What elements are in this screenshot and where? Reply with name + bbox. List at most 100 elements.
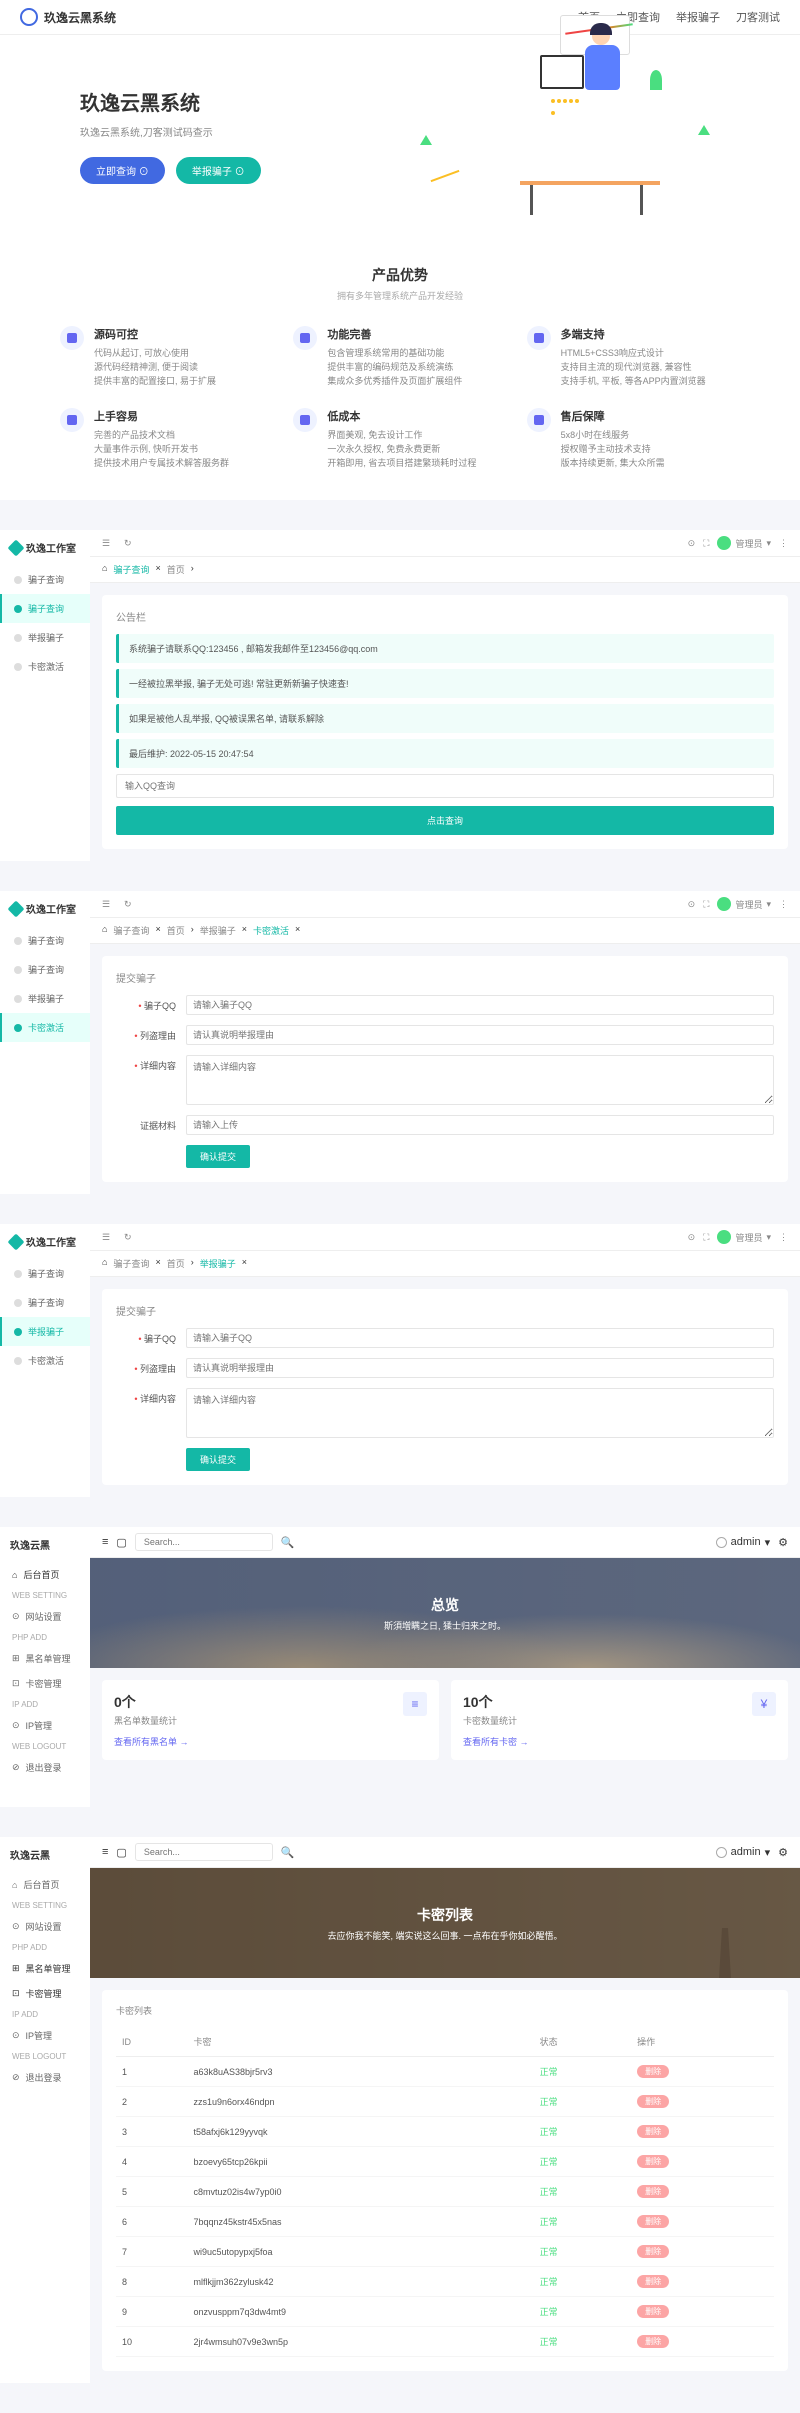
overview-title: 总览: [431, 1595, 459, 1615]
stat-link[interactable]: 查看所有卡密 →: [463, 1737, 529, 1747]
qq-input[interactable]: [116, 774, 774, 798]
qq-input[interactable]: [186, 995, 774, 1015]
hero-query-button[interactable]: 立即查询 ⊙: [80, 157, 165, 184]
search-input[interactable]: [135, 1533, 273, 1551]
gear-icon[interactable]: ⚙: [778, 1536, 788, 1549]
table-row: 8mlflkjjm362zylusk42正常删除: [116, 2267, 774, 2297]
notification-icon[interactable]: ⊙: [688, 538, 696, 549]
advantage-icon: [293, 326, 317, 350]
delete-button[interactable]: 删除: [637, 2245, 669, 2258]
admin-nav-item[interactable]: ⌂后台首页: [0, 1872, 90, 1897]
sidebar-item-report[interactable]: 举报骗子: [0, 623, 90, 652]
fullscreen-icon[interactable]: ⛶: [703, 538, 709, 549]
menu-icon[interactable]: [102, 538, 114, 549]
reason-input[interactable]: [186, 1025, 774, 1045]
sidebar-item[interactable]: 骗子查询: [0, 1288, 90, 1317]
advantage-item: 上手容易完善的产品技术文档大量事件示例, 快听开发书提供技术用户专属技术解答服务…: [60, 408, 273, 470]
delete-button[interactable]: 删除: [637, 2125, 669, 2138]
delete-button[interactable]: 删除: [637, 2335, 669, 2348]
admin-nav-item[interactable]: ⊘退出登录: [0, 2065, 90, 2090]
detail-textarea[interactable]: [186, 1055, 774, 1105]
menu-icon[interactable]: [102, 899, 114, 910]
nav-icon: ⊙: [12, 2030, 20, 2041]
nav-report[interactable]: 举报骗子: [676, 9, 720, 25]
refresh-icon[interactable]: [124, 538, 132, 549]
advantage-icon: [60, 326, 84, 350]
table-row: 4bzoevy65tcp26kpii正常删除: [116, 2147, 774, 2177]
search-icon[interactable]: 🔍: [281, 1536, 295, 1549]
admin-nav-item[interactable]: ⊙网站设置: [0, 1604, 90, 1629]
submit-button[interactable]: 确认提交: [186, 1145, 250, 1168]
admin-nav-item[interactable]: ⌂后台首页: [0, 1562, 90, 1587]
sidebar-item-report[interactable]: 举报骗子: [0, 1317, 90, 1346]
user-menu[interactable]: 管理员 ▾: [717, 536, 771, 550]
hero-title: 玖逸云黑系统: [80, 87, 400, 116]
delete-button[interactable]: 删除: [637, 2305, 669, 2318]
table-row: 3t58afxj6k129yyvqk正常删除: [116, 2117, 774, 2147]
label-qq: 骗子QQ: [116, 995, 186, 1012]
admin-nav-item[interactable]: ⊙IP管理: [0, 1713, 90, 1738]
overview-hero: 总览 斯須増瞒之日, 猱士归来之时。: [90, 1558, 800, 1668]
nav-icon: ⊘: [12, 2072, 20, 2083]
settings-icon[interactable]: ⋮: [779, 538, 788, 549]
menu-icon[interactable]: ≡: [102, 1536, 108, 1548]
admin-nav-item[interactable]: ⊡卡密管理: [0, 1981, 90, 2006]
detail-textarea[interactable]: [186, 1388, 774, 1438]
delete-button[interactable]: 删除: [637, 2155, 669, 2168]
admin-nav-item[interactable]: ⊙IP管理: [0, 2023, 90, 2048]
nav-icon: ⊘: [12, 1762, 20, 1773]
kami-hero: 卡密列表 去应你我不能笑, 端实说这么回事. 一点布在乎你如必醒悟。: [90, 1868, 800, 1978]
delete-button[interactable]: 删除: [637, 2065, 669, 2078]
user-menu[interactable]: 管理员 ▾: [717, 897, 771, 911]
toolbar: ⊙ ⛶ 管理员 ▾ ⋮: [90, 530, 800, 557]
home-icon[interactable]: [102, 924, 107, 937]
user-menu[interactable]: admin ▾: [716, 1846, 771, 1859]
sidebar-item[interactable]: 骗子查询: [0, 1259, 90, 1288]
qq-input[interactable]: [186, 1328, 774, 1348]
user-menu[interactable]: 管理员 ▾: [717, 1230, 771, 1244]
home-icon[interactable]: [102, 563, 107, 576]
sidebar-item[interactable]: 骗子查询: [0, 955, 90, 984]
sidebar-item[interactable]: 举报骗子: [0, 984, 90, 1013]
admin-sidebar: 玖逸云黑 ⌂后台首页WEB SETTING⊙网站设置PHP ADD⊞黑名单管理⊡…: [0, 1527, 90, 1807]
admin-nav-item[interactable]: ⊡卡密管理: [0, 1671, 90, 1696]
admin-nav-item[interactable]: ⊞黑名单管理: [0, 1646, 90, 1671]
nav-icon: ⊞: [12, 1653, 20, 1664]
table-row: 9onzvusppm7q3dw4mt9正常删除: [116, 2297, 774, 2327]
refresh-icon[interactable]: [124, 899, 132, 910]
file-input[interactable]: [186, 1115, 774, 1135]
search-input[interactable]: [135, 1843, 273, 1861]
label-detail: 详细内容: [116, 1055, 186, 1072]
query-button[interactable]: 点击查询: [116, 806, 774, 835]
delete-button[interactable]: 删除: [637, 2185, 669, 2198]
breadcrumb: 骗子查询 × 首页 ›: [90, 557, 800, 583]
delete-button[interactable]: 删除: [637, 2095, 669, 2108]
sidebar-item-activate[interactable]: 卡密激活: [0, 1013, 90, 1042]
sidebar-item[interactable]: 骗子查询: [0, 926, 90, 955]
advantage-item: 低成本界面美观, 免去设计工作一次永久授权, 免费永费更新开箱即用, 省去项目搭…: [293, 408, 506, 470]
admin-nav-item[interactable]: ⊙网站设置: [0, 1914, 90, 1939]
sidebar-item[interactable]: 卡密激活: [0, 1346, 90, 1375]
delete-button[interactable]: 删除: [637, 2215, 669, 2228]
admin-nav-item[interactable]: ⊘退出登录: [0, 1755, 90, 1780]
tab-query[interactable]: 骗子查询: [113, 563, 149, 576]
sidebar-item-activate[interactable]: 卡密激活: [0, 652, 90, 681]
hero-sub: 玖逸云黑系统,刀客测试码查示: [80, 124, 400, 139]
admin-nav-item[interactable]: ⊞黑名单管理: [0, 1956, 90, 1981]
advantage-item: 源码可控代码从起订, 可放心使用源代码经精神测, 便于阅读提供丰富的配置接口, …: [60, 326, 273, 388]
sidebar-item-query[interactable]: 骗子查询: [0, 565, 90, 594]
delete-button[interactable]: 删除: [637, 2275, 669, 2288]
stat-link[interactable]: 查看所有黑名单 →: [114, 1737, 189, 1747]
alert-1: 系统骗子请联系QQ:123456 , 邮箱发我邮件至123456@qq.com: [116, 634, 774, 663]
reason-input[interactable]: [186, 1358, 774, 1378]
user-menu[interactable]: admin ▾: [716, 1536, 771, 1549]
sidebar-item-query2[interactable]: 骗子查询: [0, 594, 90, 623]
stat-card: 10个卡密数量统计查看所有卡密 →¥: [451, 1680, 788, 1760]
submit-button[interactable]: 确认提交: [186, 1448, 250, 1471]
table-row: 7wi9uc5utopypxj5foa正常删除: [116, 2237, 774, 2267]
table-row: 67bqqnz45kstr45x5nas正常删除: [116, 2207, 774, 2237]
nav-test[interactable]: 刀客测试: [736, 9, 780, 25]
tab-home[interactable]: 首页: [167, 563, 185, 576]
hero-report-button[interactable]: 举报骗子 ⊙: [176, 157, 261, 184]
advantage-icon: [527, 408, 551, 432]
